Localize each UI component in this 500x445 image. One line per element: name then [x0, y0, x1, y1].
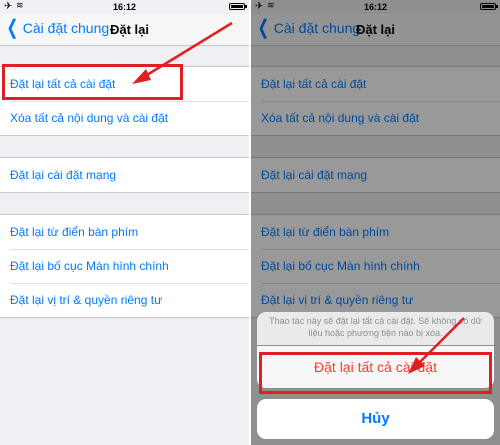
right-screen: ✈ ≋ 16:12 ❮ Cài đặt chung Đặt lại Đặt lạ… — [251, 0, 500, 445]
nav-bar: ❮ Cài đặt chung Đặt lại — [0, 14, 249, 46]
status-bar: ✈ ≋ 16:12 — [0, 0, 249, 14]
reset-keyboard-dictionary-item[interactable]: Đặt lại từ điển bàn phím — [0, 215, 249, 249]
highlight-box — [2, 64, 183, 100]
reset-location-privacy-item[interactable]: Đặt lại vị trí & quyền riêng tư — [0, 283, 249, 317]
reset-network-settings-item[interactable]: Đặt lại cài đặt mạng — [0, 158, 249, 192]
reset-home-screen-layout-item[interactable]: Đặt lại bố cục Màn hình chính — [0, 249, 249, 283]
status-time: 16:12 — [112, 2, 137, 12]
highlight-box — [259, 352, 492, 394]
action-sheet-message: Thao tác này sẽ đặt lại tất cả cài đặt. … — [257, 312, 494, 345]
left-screen: ✈ ≋ 16:12 ❮ Cài đặt chung Đặt lại Đặt lạ… — [0, 0, 249, 445]
battery-icon — [229, 3, 247, 10]
settings-group-2: Đặt lại cài đặt mạng — [0, 157, 249, 193]
page-title: Đặt lại — [109, 22, 149, 37]
cancel-button[interactable]: Hủy — [257, 399, 494, 439]
erase-all-content-item[interactable]: Xóa tất cả nội dung và cài đặt — [0, 101, 249, 135]
settings-group-3: Đặt lại từ điển bàn phím Đặt lại bố cục … — [0, 214, 249, 318]
